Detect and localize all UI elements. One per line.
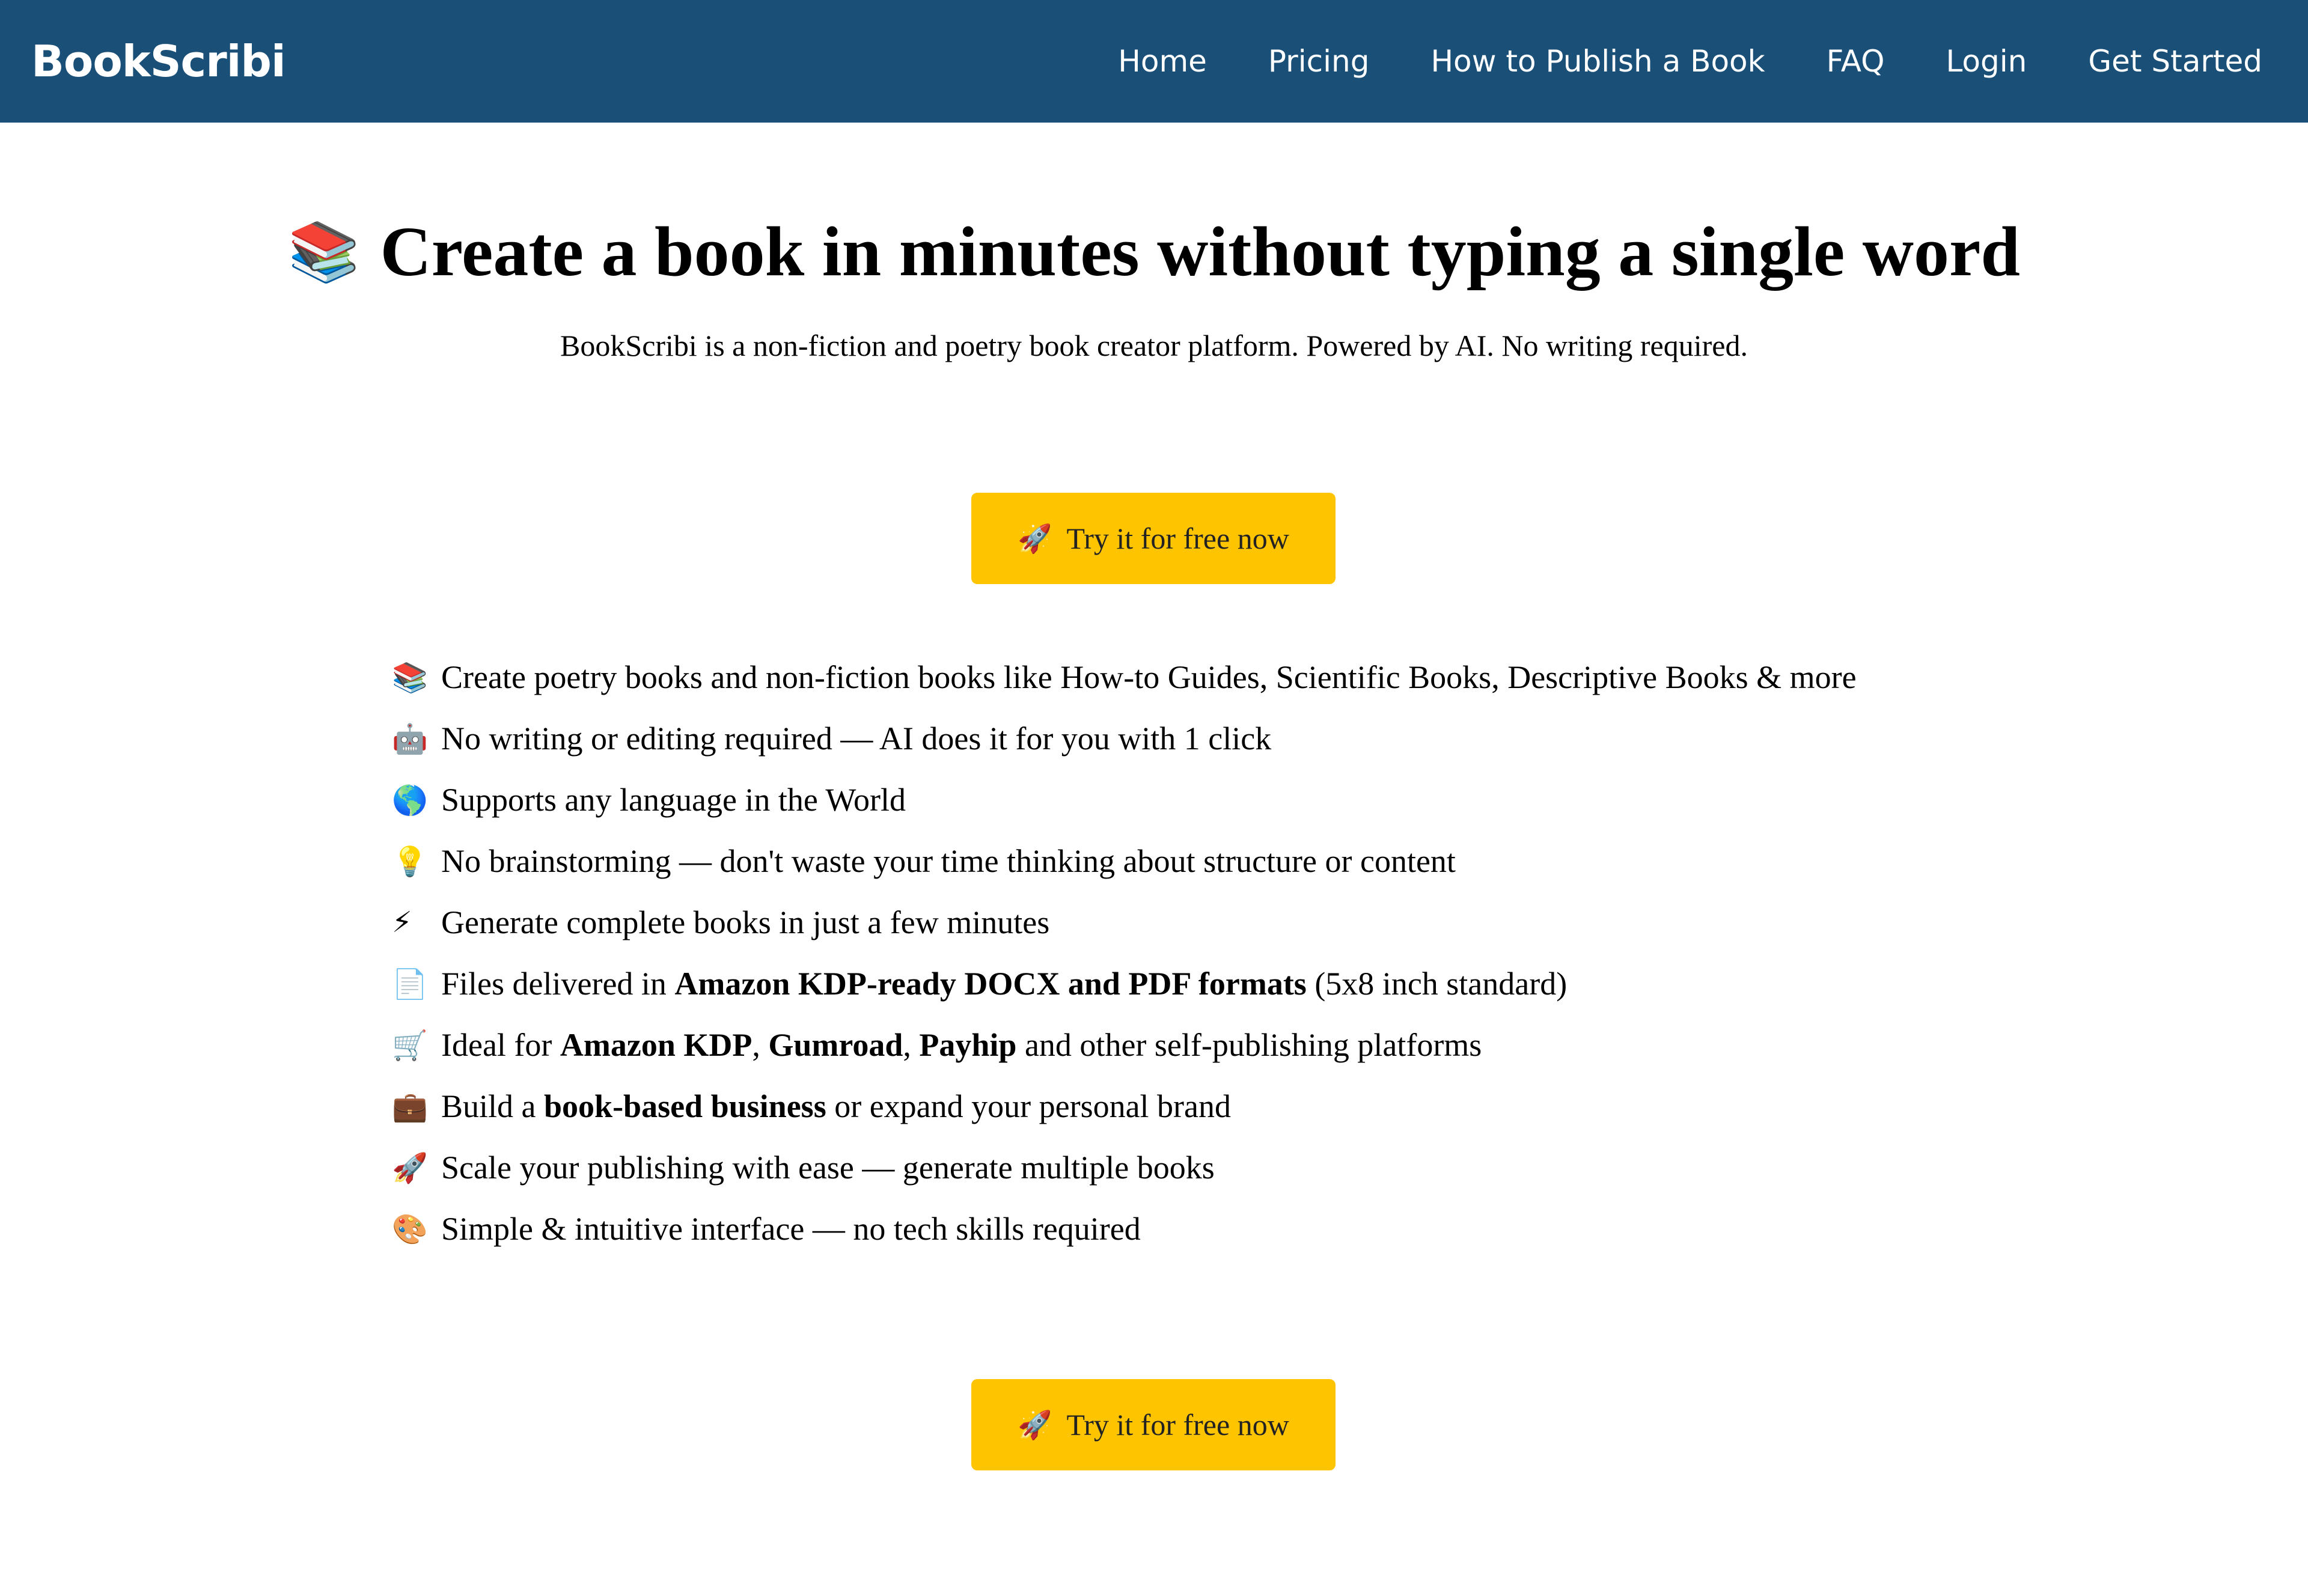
feature-item: 🤖 No writing or editing required — AI doe… — [392, 708, 1857, 769]
feature-item: 💡 No brainstorming — don't waste your tim… — [392, 830, 1857, 892]
feature-text-part: No writing or editing required — AI does… — [441, 720, 1272, 757]
feature-text: Files delivered in Amazon KDP-ready DOCX… — [441, 965, 1567, 1002]
books-icon: 📚 — [392, 660, 428, 695]
feature-item: ⚡ Generate complete books in just a few m… — [392, 892, 1857, 953]
feature-text: No writing or editing required — AI does… — [441, 720, 1271, 757]
nav-links: Home Pricing How to Publish a Book FAQ L… — [1118, 0, 2262, 123]
feature-text-part: Create poetry books and non-fiction book… — [441, 659, 1857, 695]
feature-text: No brainstorming — don't waste your time… — [441, 842, 1456, 880]
nav-faq[interactable]: FAQ — [1827, 44, 1885, 79]
feature-text-bold: Amazon KDP — [560, 1027, 753, 1063]
feature-item: 🚀 Scale your publishing with ease — gener… — [392, 1137, 1857, 1198]
rocket-icon: 🚀 — [392, 1151, 428, 1185]
feature-item: 📄 Files delivered in Amazon KDP-ready DOC… — [392, 953, 1857, 1014]
nav-how-to-publish[interactable]: How to Publish a Book — [1430, 44, 1765, 79]
feature-text-part: Files delivered in — [441, 966, 675, 1002]
robot-icon: 🤖 — [392, 722, 428, 756]
feature-text-part: or expand your personal brand — [826, 1088, 1232, 1124]
nav-home[interactable]: Home — [1118, 44, 1207, 79]
feature-item: 📚 Create poetry books and non-fiction boo… — [392, 647, 1857, 708]
feature-text-part: and other self-publishing platforms — [1016, 1027, 1482, 1063]
globe-icon: 🌎 — [392, 783, 428, 817]
page-title: Create a book in minutes without typing … — [380, 212, 2020, 291]
feature-item: 🌎 Supports any language in the World — [392, 769, 1857, 830]
document-icon: 📄 — [392, 967, 428, 1001]
feature-text-bold: Gumroad — [768, 1027, 903, 1063]
hero-subtitle: BookScribi is a non-fiction and poetry b… — [560, 329, 1748, 362]
feature-text-part: , — [752, 1027, 769, 1063]
feature-text: Supports any language in the World — [441, 781, 906, 818]
feature-text: Simple & intuitive interface — no tech s… — [441, 1210, 1141, 1247]
try-free-button-bottom[interactable]: 🚀 Try it for free now — [971, 1379, 1336, 1470]
feature-item: 🎨 Simple & intuitive interface — no tech … — [392, 1198, 1857, 1259]
feature-text-part: Simple & intuitive interface — no tech s… — [441, 1211, 1141, 1247]
lightbulb-icon: 💡 — [392, 844, 428, 879]
feature-text: Create poetry books and non-fiction book… — [441, 659, 1857, 696]
feature-text: Ideal for Amazon KDP, Gumroad, Payhip an… — [441, 1026, 1482, 1064]
hero-title-row: 📚 Create a book in minutes without typing… — [0, 207, 2308, 297]
feature-item: 🛒 Ideal for Amazon KDP, Gumroad, Payhip a… — [392, 1014, 1857, 1076]
feature-text-part: , — [903, 1027, 920, 1063]
cta-label: Try it for free now — [1066, 1408, 1289, 1442]
top-navbar: BookScribi Home Pricing How to Publish a… — [0, 0, 2308, 123]
rocket-icon: 🚀 — [1018, 1408, 1052, 1441]
nav-get-started[interactable]: Get Started — [2088, 44, 2262, 79]
feature-list: 📚 Create poetry books and non-fiction boo… — [392, 647, 1857, 1259]
brand-logo[interactable]: BookScribi — [31, 0, 286, 123]
feature-text-part: Scale your publishing with ease — genera… — [441, 1150, 1215, 1186]
feature-item: 💼 Build a book-based business or expand y… — [392, 1076, 1857, 1137]
feature-text: Generate complete books in just a few mi… — [441, 904, 1049, 941]
nav-pricing[interactable]: Pricing — [1268, 44, 1370, 79]
feature-text: Build a book-based business or expand yo… — [441, 1088, 1231, 1125]
palette-icon: 🎨 — [392, 1212, 428, 1246]
nav-login[interactable]: Login — [1946, 44, 2027, 79]
lightning-icon: ⚡ — [392, 906, 412, 939]
feature-text-bold: Payhip — [919, 1027, 1017, 1063]
feature-text-part: Build a — [441, 1088, 544, 1124]
feature-text-part: (5x8 inch standard) — [1306, 966, 1568, 1002]
cta-label: Try it for free now — [1066, 522, 1289, 555]
briefcase-icon: 💼 — [392, 1089, 428, 1124]
rocket-icon: 🚀 — [1018, 522, 1052, 555]
feature-text-part: No brainstorming — don't waste your time… — [441, 843, 1456, 879]
feature-text-bold: book-based business — [544, 1088, 826, 1124]
shopping-cart-icon: 🛒 — [392, 1028, 428, 1062]
try-free-button-top[interactable]: 🚀 Try it for free now — [971, 493, 1336, 584]
feature-text-part: Generate complete books in just a few mi… — [441, 904, 1050, 940]
feature-text: Scale your publishing with ease — genera… — [441, 1149, 1215, 1186]
feature-text-part: Supports any language in the World — [441, 782, 906, 818]
feature-text-part: Ideal for — [441, 1027, 560, 1063]
books-icon: 📚 — [288, 218, 360, 285]
feature-text-bold: Amazon KDP-ready DOCX and PDF formats — [674, 966, 1307, 1002]
